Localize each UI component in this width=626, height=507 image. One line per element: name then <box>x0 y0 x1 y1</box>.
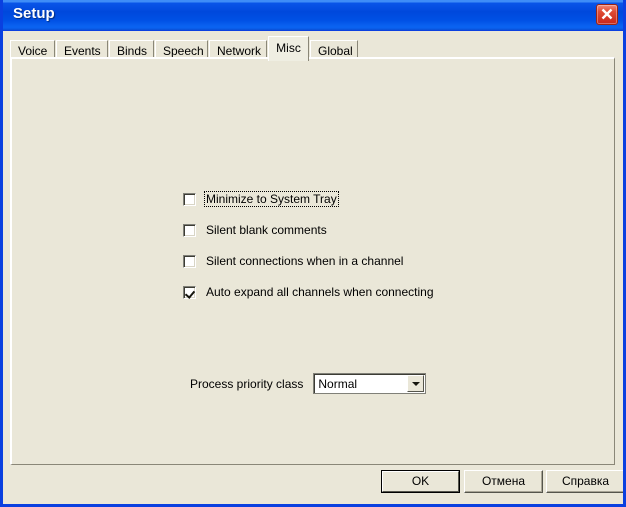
checkbox-2[interactable] <box>183 223 196 237</box>
tab-misc[interactable]: Misc <box>268 36 309 61</box>
checkbox-1[interactable] <box>183 192 196 206</box>
checkbox-label-4[interactable]: Auto expand all channels when connecting <box>204 284 436 300</box>
process-priority-select[interactable]: Normal <box>313 373 427 394</box>
process-priority-row: Process priority class Normal <box>190 373 427 394</box>
tab-page-misc: Minimize to System Tray Silent blank comm… <box>10 57 615 465</box>
button-ok-label: OK <box>382 471 459 492</box>
checkbox-label-1[interactable]: Minimize to System Tray <box>204 191 339 207</box>
checkbox-label-2[interactable]: Silent blank comments <box>204 222 329 238</box>
button-ok[interactable]: OK <box>381 470 460 493</box>
title-bar: Setup <box>3 0 623 31</box>
process-priority-value: Normal <box>318 376 358 391</box>
window-title: Setup <box>13 5 55 22</box>
close-icon[interactable] <box>596 4 618 25</box>
chevron-down-icon[interactable] <box>407 375 425 392</box>
option-row: Minimize to System Tray <box>183 191 339 207</box>
checkbox-4[interactable] <box>183 285 196 299</box>
checkbox-3[interactable] <box>183 254 196 268</box>
option-row: Silent connections when in a channel <box>183 253 405 269</box>
option-row: Silent blank comments <box>183 222 329 238</box>
option-row: Auto expand all channels when connecting <box>183 284 436 300</box>
button-cancel[interactable]: Отмена <box>464 470 543 493</box>
process-priority-label: Process priority class <box>190 376 304 391</box>
setup-dialog-window: Setup Voice Events Binds Speech Network Misc G… <box>0 0 626 507</box>
button-help[interactable]: Справка <box>546 470 623 493</box>
checkbox-label-3[interactable]: Silent connections when in a channel <box>204 253 405 269</box>
dialog-button-bar: OK Отмена Справка <box>3 470 623 500</box>
